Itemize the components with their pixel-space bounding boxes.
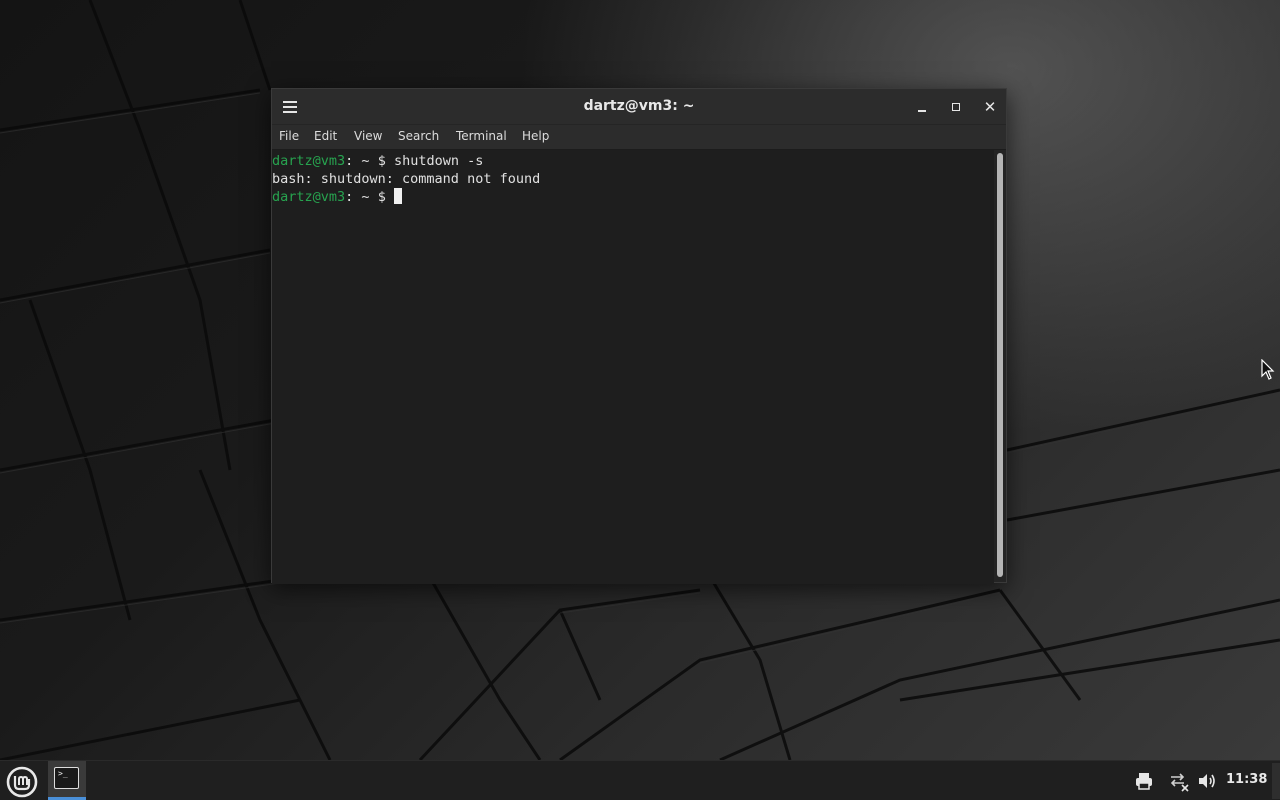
prompt-symbol: $ [377,189,394,205]
prompt-path: : ~ [345,153,370,169]
volume-icon[interactable] [1196,770,1218,792]
prompt-user-host: dartz@vm3 [272,153,346,169]
menu-edit[interactable]: Edit [314,129,337,143]
terminal-icon-glyph: >_ [58,769,68,778]
terminal-line: dartz@vm3: ~ $ [272,188,994,206]
minimize-button[interactable] [912,97,932,117]
terminal-line: dartz@vm3: ~ $ shutdown -s [272,152,994,170]
prompt-user-host: dartz@vm3 [272,189,346,205]
maximize-icon [952,103,960,111]
prompt-path: : ~ [345,189,370,205]
taskbar-terminal-button[interactable]: >_ [48,761,86,800]
text-cursor [393,188,402,204]
desktop: dartz@vm3: ~ ✕ File Edit View Search Ter… [0,0,1280,760]
taskbar: >_ 11:38 [0,760,1280,800]
clock[interactable]: 11:38 [1226,772,1267,787]
close-button[interactable]: ✕ [980,97,1000,117]
terminal-output[interactable]: dartz@vm3: ~ $ shutdown -s bash: shutdow… [272,150,994,584]
terminal-window[interactable]: dartz@vm3: ~ ✕ File Edit View Search Ter… [271,88,1007,584]
menu-file[interactable]: File [279,129,299,143]
window-title: dartz@vm3: ~ [583,98,695,114]
scrollbar[interactable] [994,150,1006,582]
command-text: shutdown -s [393,153,484,169]
prompt-symbol: $ [377,153,394,169]
network-disconnected-icon[interactable] [1168,770,1190,792]
menu-terminal[interactable]: Terminal [456,129,507,143]
terminal-line: bash: shutdown: command not found [272,170,994,188]
minimize-icon [918,110,926,112]
maximize-button[interactable] [946,97,966,117]
output-text: bash: shutdown: command not found [272,171,541,187]
scrollbar-thumb[interactable] [997,153,1003,577]
mouse-pointer-icon [1261,359,1275,380]
terminal-icon: >_ [54,767,79,789]
linux-mint-logo-icon [6,766,38,798]
close-icon: ✕ [983,98,997,116]
menu-view[interactable]: View [354,129,382,143]
show-desktop-button[interactable] [1272,763,1280,799]
menu-search[interactable]: Search [398,129,439,143]
titlebar[interactable]: dartz@vm3: ~ ✕ [272,89,1006,125]
menu-help[interactable]: Help [522,129,549,143]
start-menu-button[interactable] [4,764,40,798]
menubar: File Edit View Search Terminal Help [272,125,1006,150]
printer-icon[interactable] [1133,770,1155,792]
